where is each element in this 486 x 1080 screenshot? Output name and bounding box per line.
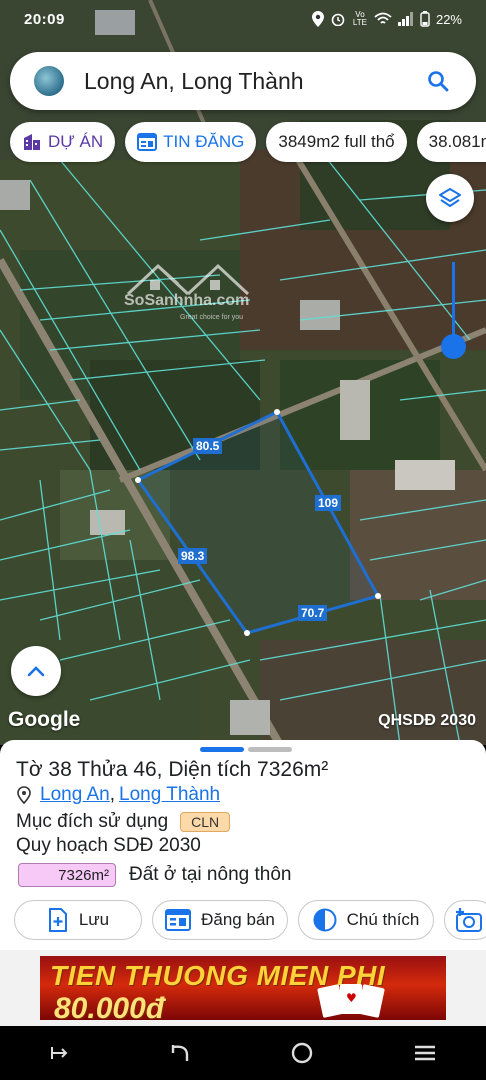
alarm-icon [331,13,345,26]
ad-banner[interactable]: TIEN THUONG MIEN PHI 80.000đ ♥ [0,950,486,1026]
save-button[interactable]: Lưu [14,900,142,940]
dimension-label: 109 [315,495,342,511]
expand-up-button[interactable] [11,646,61,696]
chip-tin-dang[interactable]: TIN ĐĂNG [125,122,257,162]
map-view[interactable]: SoSanhnha.com Great choice for you 80.5 … [0,0,486,745]
search-input[interactable]: Long An, Long Thành [84,68,418,95]
legend-button[interactable]: Chú thích [298,900,434,940]
menu-icon[interactable] [413,1043,437,1063]
back-icon[interactable] [169,1043,191,1063]
status-bar: 20:09 Vo LTE 22% [0,0,486,38]
clock: 20:09 [24,10,65,28]
province-link[interactable]: Long An [40,784,110,806]
layer-name-label: QHSDĐ 2030 [378,712,476,729]
plan-area-row: 7326m² Đất ở tại nông thôn [18,863,291,887]
google-logo: Google [8,708,81,731]
home-icon[interactable] [290,1041,314,1065]
plan-area-badge: 7326m² [18,863,116,887]
parcel-location: Long An , Long Thành [16,784,220,806]
svg-text:♥: ♥ [346,991,357,1005]
add-photo-icon [456,908,482,932]
dimension-label: 80.5 [193,438,223,454]
avatar[interactable] [34,66,64,96]
purpose-code-badge: CLN [180,812,231,832]
chevron-up-icon [27,666,45,677]
district-link[interactable]: Long Thành [119,784,220,806]
post-for-sale-button[interactable]: Đăng bán [152,900,288,940]
search-icon [428,71,449,92]
battery-icon [420,11,430,27]
chip-search-suggestion[interactable]: 3849m2 full thổ [266,122,407,162]
page-indicator-active [200,747,244,752]
volte-label: Vo LTE [352,10,367,27]
plan-land-type: Đất ở tại nông thôn [129,864,292,885]
playing-cards-icon: ♥ [317,984,385,1018]
battery-percent: 22% [435,11,462,27]
signal-icon [397,12,413,26]
parcel-title: Tờ 38 Thửa 46, Diện tích 7326m² [16,758,329,781]
system-navigation-bar [0,1026,486,1080]
layers-icon [439,188,461,207]
listing-icon [137,133,158,151]
contrast-icon [313,908,337,932]
watermark-logo: SoSanhnha.com Great choice for you [118,256,268,326]
ad-amount: 80.000đ [54,992,165,1020]
dimension-label: 70.7 [298,605,328,621]
parcel-info-sheet[interactable]: Tờ 38 Thửa 46, Diện tích 7326m² Long An … [0,740,486,956]
page-indicator [248,747,292,752]
recent-apps-icon[interactable] [50,1045,70,1061]
chip-du-an[interactable]: DỰ ÁN [10,122,116,162]
chip-search-suggestion[interactable]: 38.081m [416,122,486,162]
location-pin-icon [17,786,31,804]
layers-button[interactable] [426,174,474,222]
wifi-icon [374,12,392,24]
filter-chips: DỰ ÁN TIN ĐĂNG 3849m2 full thổ 38.081m [10,122,486,162]
location-icon [311,11,324,27]
ad-image[interactable]: TIEN THUONG MIEN PHI 80.000đ ♥ [40,956,446,1020]
opacity-slider-handle[interactable] [441,334,466,359]
search-button[interactable] [418,61,458,101]
dimension-label: 98.3 [178,548,208,564]
satellite-imagery [0,0,486,745]
building-icon [24,134,40,150]
action-buttons: Lưu Đăng bán Chú thích [14,900,486,940]
listing-icon [165,909,192,931]
add-file-icon [48,908,67,932]
add-photo-button[interactable] [444,900,486,940]
land-use-purpose: Mục đích sử dụng CLN [16,811,231,833]
sheet-pager[interactable] [200,747,292,752]
plan-heading: Quy hoạch SDĐ 2030 [16,835,201,856]
search-bar[interactable]: Long An, Long Thành [10,52,476,110]
